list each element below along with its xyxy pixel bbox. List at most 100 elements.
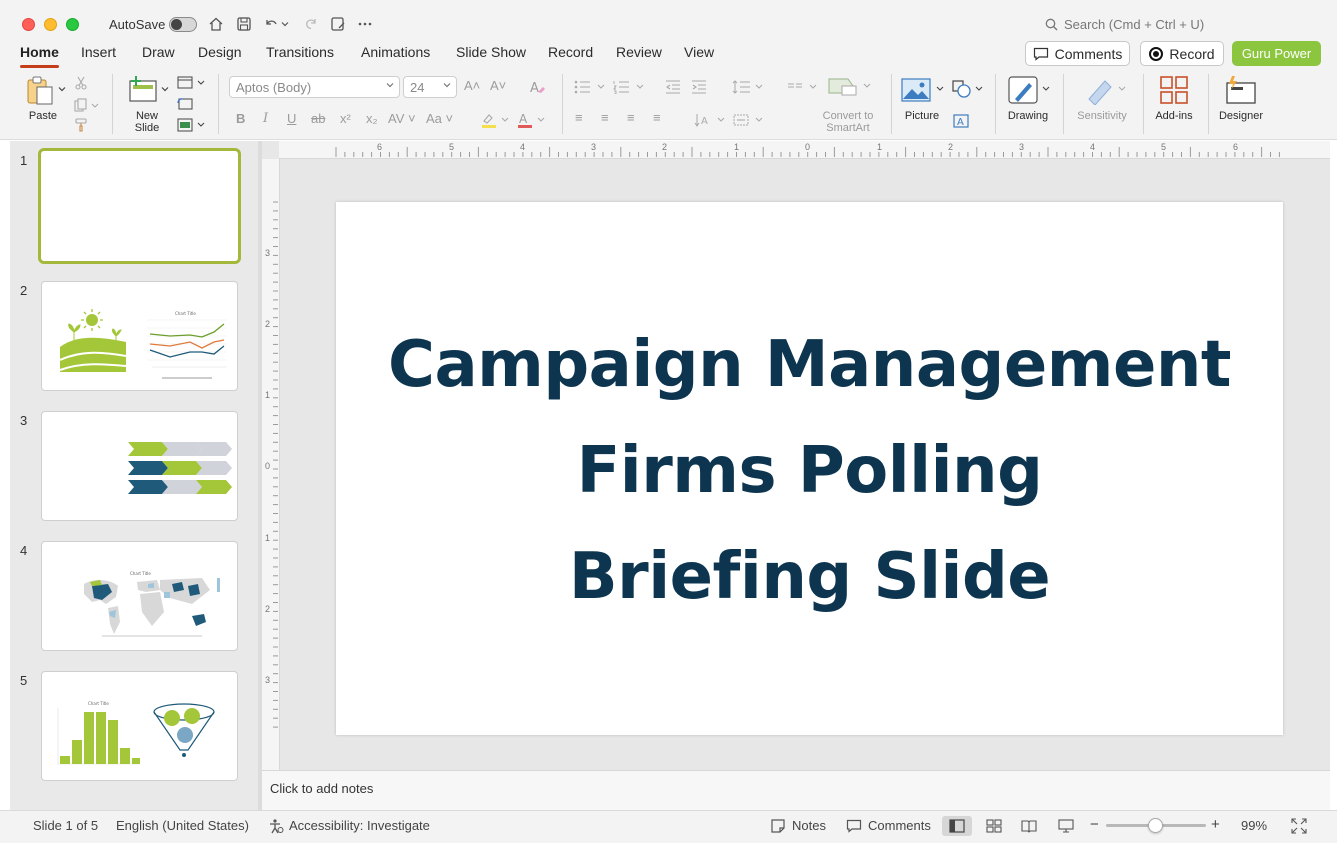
- slide-thumbnail-1[interactable]: [38, 148, 241, 264]
- italic-icon[interactable]: I: [263, 111, 268, 126]
- tab-draw[interactable]: Draw: [142, 44, 175, 60]
- slide-title[interactable]: Campaign Management Firms Polling Briefi…: [336, 312, 1283, 630]
- layout-icon[interactable]: [176, 74, 206, 92]
- ribbon-separator: [995, 74, 996, 134]
- slide-show-view-icon[interactable]: [1055, 816, 1077, 836]
- close-window-button[interactable]: [22, 18, 35, 31]
- comments-button[interactable]: Comments: [1025, 41, 1130, 66]
- change-case-icon[interactable]: Aa ˅: [426, 111, 453, 126]
- slide-thumbnail-3[interactable]: [41, 411, 238, 521]
- comments-toggle-label[interactable]: Comments: [868, 818, 931, 833]
- bold-icon[interactable]: B: [236, 111, 245, 126]
- tab-view[interactable]: View: [684, 44, 714, 60]
- font-size-select[interactable]: 24: [403, 76, 457, 98]
- reading-view-icon[interactable]: [1018, 816, 1040, 836]
- tab-review[interactable]: Review: [616, 44, 662, 60]
- bullets-icon[interactable]: [573, 78, 607, 96]
- cut-icon[interactable]: [72, 74, 90, 92]
- notes-icon[interactable]: [767, 816, 789, 836]
- tab-animations[interactable]: Animations: [361, 44, 430, 60]
- align-right-icon[interactable]: ≡: [627, 110, 635, 125]
- home-icon[interactable]: [205, 13, 227, 35]
- underline-icon[interactable]: U: [287, 111, 296, 126]
- save-as-icon[interactable]: [327, 13, 349, 35]
- decrease-font-size-icon[interactable]: A˅: [490, 78, 506, 93]
- justify-icon[interactable]: ≡: [653, 110, 661, 125]
- align-center-icon[interactable]: ≡: [601, 110, 609, 125]
- convert-to-smartart-icon[interactable]: [825, 74, 873, 100]
- reset-slide-icon[interactable]: [176, 95, 194, 113]
- notes-toggle-label[interactable]: Notes: [792, 818, 826, 833]
- language-indicator[interactable]: English (United States): [116, 818, 249, 833]
- comment-icon[interactable]: [843, 816, 865, 836]
- decrease-indent-icon[interactable]: [664, 78, 682, 96]
- tab-transitions[interactable]: Transitions: [266, 44, 334, 60]
- autosave-toggle[interactable]: [169, 17, 197, 32]
- align-text-icon[interactable]: [731, 111, 765, 129]
- zoom-out-icon[interactable]: −: [1090, 816, 1099, 833]
- picture-icon[interactable]: [900, 76, 946, 104]
- svg-text:A: A: [519, 112, 528, 126]
- sensitivity-icon[interactable]: [1082, 74, 1128, 106]
- font-name-select[interactable]: Aptos (Body): [229, 76, 400, 98]
- copy-icon[interactable]: [72, 96, 102, 114]
- section-icon[interactable]: [176, 116, 206, 134]
- svg-text:Chart Title: Chart Title: [175, 311, 196, 316]
- align-left-icon[interactable]: ≡: [575, 110, 583, 125]
- text-direction-icon[interactable]: A: [693, 111, 727, 129]
- new-slide-chevron-down-icon[interactable]: [160, 84, 170, 94]
- tab-slide-show[interactable]: Slide Show: [456, 44, 526, 60]
- normal-view-icon[interactable]: [942, 816, 972, 836]
- new-slide-icon[interactable]: [126, 74, 160, 106]
- font-color-icon[interactable]: A: [515, 111, 547, 129]
- slide-thumbnail-2[interactable]: Chart Title: [41, 281, 238, 391]
- more-options-icon[interactable]: [354, 13, 376, 35]
- undo-dropdown-chevron-down-icon[interactable]: [279, 13, 291, 35]
- current-slide[interactable]: Campaign Management Firms Polling Briefi…: [336, 202, 1283, 735]
- paste-chevron-down-icon[interactable]: [57, 84, 67, 94]
- text-box-icon[interactable]: A: [950, 111, 972, 131]
- slide-sorter-view-icon[interactable]: [983, 816, 1005, 836]
- subscript-icon[interactable]: x₂: [366, 111, 378, 126]
- tab-record[interactable]: Record: [548, 44, 593, 60]
- drawing-icon[interactable]: [1006, 74, 1052, 106]
- strikethrough-icon[interactable]: ab: [311, 111, 325, 126]
- paste-icon[interactable]: [24, 74, 58, 108]
- tab-home[interactable]: Home: [20, 44, 59, 68]
- zoom-slider-handle[interactable]: [1148, 818, 1163, 833]
- highlight-color-icon[interactable]: [479, 111, 511, 129]
- tab-insert[interactable]: Insert: [81, 44, 116, 60]
- search-box[interactable]: Search (Cmd + Ctrl + U): [1045, 17, 1204, 32]
- zoom-window-button[interactable]: [66, 18, 79, 31]
- horizontal-ruler[interactable]: 6 5 4 3 2 1 0 1 2 3 4 5 6: [279, 141, 1330, 159]
- shapes-icon[interactable]: [950, 78, 984, 100]
- increase-font-size-icon[interactable]: A˄: [464, 78, 480, 93]
- zoom-in-icon[interactable]: +: [1211, 816, 1220, 833]
- record-button[interactable]: Record: [1140, 41, 1224, 66]
- superscript-icon[interactable]: x²: [340, 111, 351, 126]
- minimize-window-button[interactable]: [44, 18, 57, 31]
- numbering-icon[interactable]: [612, 78, 646, 96]
- slide-thumbnail-5[interactable]: Chart Title: [41, 671, 238, 781]
- slide-thumbnail-pane[interactable]: 1 2 Chart Title 3 4 Chart Title 5 Chart …: [10, 141, 258, 810]
- vertical-ruler[interactable]: 3 2 1 0 1 2 3: [262, 159, 280, 770]
- designer-icon[interactable]: [1223, 74, 1259, 106]
- format-painter-icon[interactable]: [72, 116, 90, 134]
- save-icon[interactable]: [233, 13, 255, 35]
- guru-power-button[interactable]: Guru Power: [1232, 41, 1321, 66]
- add-ins-icon[interactable]: [1158, 74, 1190, 106]
- columns-icon[interactable]: [785, 78, 819, 96]
- notes-pane[interactable]: Click to add notes: [262, 770, 1330, 810]
- increase-indent-icon[interactable]: [690, 78, 708, 96]
- fit-to-window-icon[interactable]: [1288, 816, 1310, 836]
- accessibility-status[interactable]: Accessibility: Investigate: [289, 818, 430, 833]
- character-spacing-icon[interactable]: AV ˅: [388, 111, 416, 126]
- redo-icon[interactable]: [300, 13, 322, 35]
- tab-design[interactable]: Design: [198, 44, 242, 60]
- line-spacing-icon[interactable]: [731, 78, 765, 96]
- clear-formatting-icon[interactable]: A: [527, 77, 547, 97]
- accessibility-icon[interactable]: [265, 816, 287, 836]
- slide-thumbnail-4[interactable]: Chart Title: [41, 541, 238, 651]
- zoom-level[interactable]: 99%: [1241, 818, 1267, 833]
- notes-placeholder[interactable]: Click to add notes: [270, 781, 373, 796]
